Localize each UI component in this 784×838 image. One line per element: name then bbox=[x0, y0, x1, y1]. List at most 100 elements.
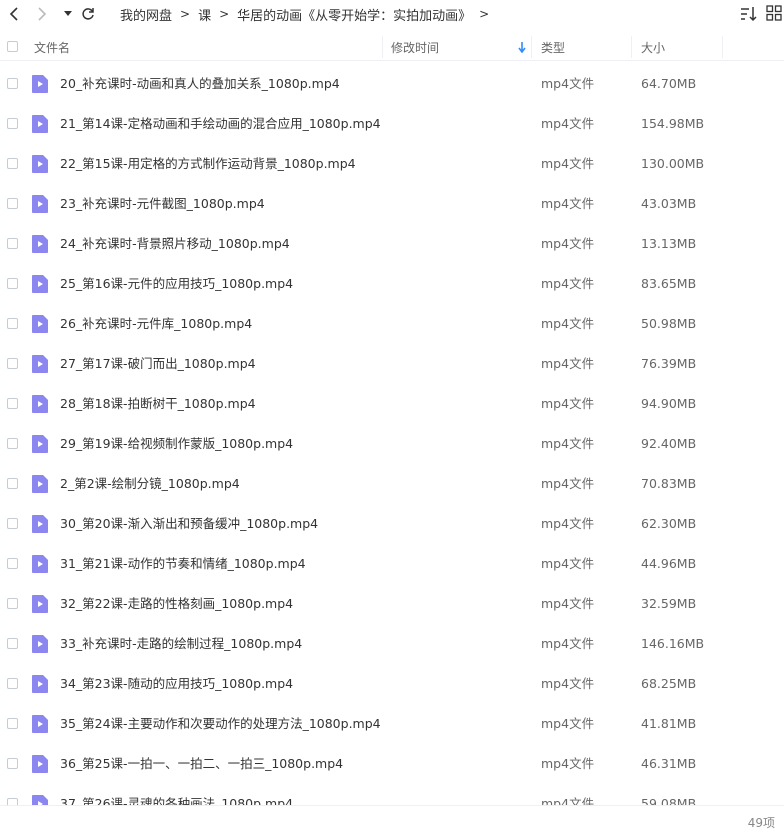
file-row[interactable]: 24_补充课时-背景照片移动_1080p.mp4 mp4文件 13.13MB bbox=[0, 224, 784, 264]
breadcrumb-item-home[interactable]: 我的网盘 bbox=[120, 5, 172, 24]
file-size: 46.31MB bbox=[641, 756, 697, 771]
file-name[interactable]: 34_第23课-随动的应用技巧_1080p.mp4 bbox=[60, 664, 293, 704]
file-row[interactable]: 22_第15课-用定格的方式制作运动背景_1080p.mp4 mp4文件 130… bbox=[0, 144, 784, 184]
sort-button[interactable] bbox=[740, 5, 758, 23]
file-size: 146.16MB bbox=[641, 636, 705, 651]
file-name[interactable]: 28_第18课-拍断树干_1080p.mp4 bbox=[60, 384, 256, 424]
row-checkbox[interactable] bbox=[7, 78, 18, 89]
video-file-icon bbox=[32, 475, 48, 493]
row-checkbox[interactable] bbox=[7, 758, 18, 769]
column-divider[interactable] bbox=[631, 36, 632, 58]
row-checkbox[interactable] bbox=[7, 238, 18, 249]
row-checkbox[interactable] bbox=[7, 318, 18, 329]
file-name[interactable]: 29_第19课-给视频制作蒙版_1080p.mp4 bbox=[60, 424, 293, 464]
file-name[interactable]: 21_第14课-定格动画和手绘动画的混合应用_1080p.mp4 bbox=[60, 104, 381, 144]
status-bar: 49项 bbox=[0, 805, 784, 838]
row-checkbox[interactable] bbox=[7, 118, 18, 129]
column-name[interactable]: 文件名 bbox=[34, 34, 374, 60]
file-row[interactable]: 21_第14课-定格动画和手绘动画的混合应用_1080p.mp4 mp4文件 1… bbox=[0, 104, 784, 144]
file-name[interactable]: 32_第22课-走路的性格刻画_1080p.mp4 bbox=[60, 584, 293, 624]
file-row[interactable]: 28_第18课-拍断树干_1080p.mp4 mp4文件 94.90MB bbox=[0, 384, 784, 424]
video-file-icon bbox=[32, 515, 48, 533]
file-type: mp4文件 bbox=[541, 476, 595, 491]
file-name[interactable]: 27_第17课-破门而出_1080p.mp4 bbox=[60, 344, 256, 384]
file-size: 68.25MB bbox=[641, 676, 697, 691]
file-name[interactable]: 37_第26课-灵魂的各种画法_1080p.mp4 bbox=[60, 784, 293, 805]
video-file-icon bbox=[32, 435, 48, 453]
file-type: mp4文件 bbox=[541, 156, 595, 171]
file-size: 43.03MB bbox=[641, 196, 697, 211]
file-name[interactable]: 22_第15课-用定格的方式制作运动背景_1080p.mp4 bbox=[60, 144, 356, 184]
column-divider[interactable] bbox=[531, 36, 532, 58]
file-name[interactable]: 20_补充课时-动画和真人的叠加关系_1080p.mp4 bbox=[60, 64, 340, 104]
forward-button[interactable] bbox=[32, 4, 52, 24]
file-row[interactable]: 2_第2课-绘制分镜_1080p.mp4 mp4文件 70.83MB bbox=[0, 464, 784, 504]
row-checkbox[interactable] bbox=[7, 638, 18, 649]
row-checkbox[interactable] bbox=[7, 398, 18, 409]
row-checkbox[interactable] bbox=[7, 478, 18, 489]
row-checkbox[interactable] bbox=[7, 598, 18, 609]
row-checkbox[interactable] bbox=[7, 438, 18, 449]
file-type: mp4文件 bbox=[541, 356, 595, 371]
history-dropdown-button[interactable] bbox=[58, 4, 78, 24]
video-file-icon bbox=[32, 635, 48, 653]
video-file-icon bbox=[32, 115, 48, 133]
file-name[interactable]: 33_补充课时-走路的绘制过程_1080p.mp4 bbox=[60, 624, 302, 664]
breadcrumb-separator: > bbox=[180, 7, 191, 21]
file-type: mp4文件 bbox=[541, 636, 595, 651]
video-file-icon bbox=[32, 75, 48, 93]
file-row[interactable]: 23_补充课时-元件截图_1080p.mp4 mp4文件 43.03MB bbox=[0, 184, 784, 224]
file-row[interactable]: 29_第19课-给视频制作蒙版_1080p.mp4 mp4文件 92.40MB bbox=[0, 424, 784, 464]
back-button[interactable] bbox=[4, 4, 24, 24]
file-type: mp4文件 bbox=[541, 716, 595, 731]
row-checkbox[interactable] bbox=[7, 518, 18, 529]
breadcrumb-item-course[interactable]: 课 bbox=[198, 5, 211, 24]
file-name[interactable]: 35_第24课-主要动作和次要动作的处理方法_1080p.mp4 bbox=[60, 704, 381, 744]
row-checkbox[interactable] bbox=[7, 358, 18, 369]
row-checkbox[interactable] bbox=[7, 798, 18, 805]
row-checkbox[interactable] bbox=[7, 558, 18, 569]
file-row[interactable]: 34_第23课-随动的应用技巧_1080p.mp4 mp4文件 68.25MB bbox=[0, 664, 784, 704]
column-modified[interactable]: 修改时间 bbox=[391, 34, 529, 60]
row-checkbox[interactable] bbox=[7, 278, 18, 289]
column-size[interactable]: 大小 bbox=[641, 34, 721, 60]
file-row[interactable]: 31_第21课-动作的节奏和情绪_1080p.mp4 mp4文件 44.96MB bbox=[0, 544, 784, 584]
video-file-icon bbox=[32, 155, 48, 173]
breadcrumb-item-current[interactable]: 华居的动画《从零开始学：实拍加动画》 bbox=[237, 5, 471, 24]
file-name[interactable]: 31_第21课-动作的节奏和情绪_1080p.mp4 bbox=[60, 544, 306, 584]
file-row[interactable]: 30_第20课-渐入渐出和预备缓冲_1080p.mp4 mp4文件 62.30M… bbox=[0, 504, 784, 544]
file-name[interactable]: 23_补充课时-元件截图_1080p.mp4 bbox=[60, 184, 265, 224]
file-row[interactable]: 33_补充课时-走路的绘制过程_1080p.mp4 mp4文件 146.16MB bbox=[0, 624, 784, 664]
file-row[interactable]: 26_补充课时-元件库_1080p.mp4 mp4文件 50.98MB bbox=[0, 304, 784, 344]
file-row[interactable]: 27_第17课-破门而出_1080p.mp4 mp4文件 76.39MB bbox=[0, 344, 784, 384]
column-type[interactable]: 类型 bbox=[541, 34, 629, 60]
file-type: mp4文件 bbox=[541, 516, 595, 531]
row-checkbox[interactable] bbox=[7, 158, 18, 169]
file-name[interactable]: 25_第16课-元件的应用技巧_1080p.mp4 bbox=[60, 264, 293, 304]
file-size: 41.81MB bbox=[641, 716, 697, 731]
file-name[interactable]: 2_第2课-绘制分镜_1080p.mp4 bbox=[60, 464, 240, 504]
file-row[interactable]: 32_第22课-走路的性格刻画_1080p.mp4 mp4文件 32.59MB bbox=[0, 584, 784, 624]
file-name[interactable]: 26_补充课时-元件库_1080p.mp4 bbox=[60, 304, 252, 344]
file-row[interactable]: 35_第24课-主要动作和次要动作的处理方法_1080p.mp4 mp4文件 4… bbox=[0, 704, 784, 744]
row-checkbox[interactable] bbox=[7, 198, 18, 209]
video-file-icon bbox=[32, 235, 48, 253]
file-name[interactable]: 24_补充课时-背景照片移动_1080p.mp4 bbox=[60, 224, 290, 264]
select-all-checkbox[interactable] bbox=[7, 41, 18, 52]
refresh-button[interactable] bbox=[78, 4, 98, 24]
sort-icon bbox=[741, 7, 757, 22]
column-modified-label: 修改时间 bbox=[391, 40, 440, 55]
file-row[interactable]: 25_第16课-元件的应用技巧_1080p.mp4 mp4文件 83.65MB bbox=[0, 264, 784, 304]
file-row[interactable]: 36_第25课-一拍一、一拍二、一拍三_1080p.mp4 mp4文件 46.3… bbox=[0, 744, 784, 784]
file-row[interactable]: 20_补充课时-动画和真人的叠加关系_1080p.mp4 mp4文件 64.70… bbox=[0, 64, 784, 104]
row-checkbox[interactable] bbox=[7, 678, 18, 689]
column-divider[interactable] bbox=[382, 36, 383, 58]
file-size: 50.98MB bbox=[641, 316, 697, 331]
grid-view-button[interactable] bbox=[766, 5, 782, 21]
column-divider[interactable] bbox=[722, 36, 723, 58]
row-checkbox[interactable] bbox=[7, 718, 18, 729]
file-row[interactable]: 37_第26课-灵魂的各种画法_1080p.mp4 mp4文件 59.08MB bbox=[0, 784, 784, 805]
file-name[interactable]: 30_第20课-渐入渐出和预备缓冲_1080p.mp4 bbox=[60, 504, 318, 544]
video-file-icon bbox=[32, 675, 48, 693]
file-name[interactable]: 36_第25课-一拍一、一拍二、一拍三_1080p.mp4 bbox=[60, 744, 343, 784]
